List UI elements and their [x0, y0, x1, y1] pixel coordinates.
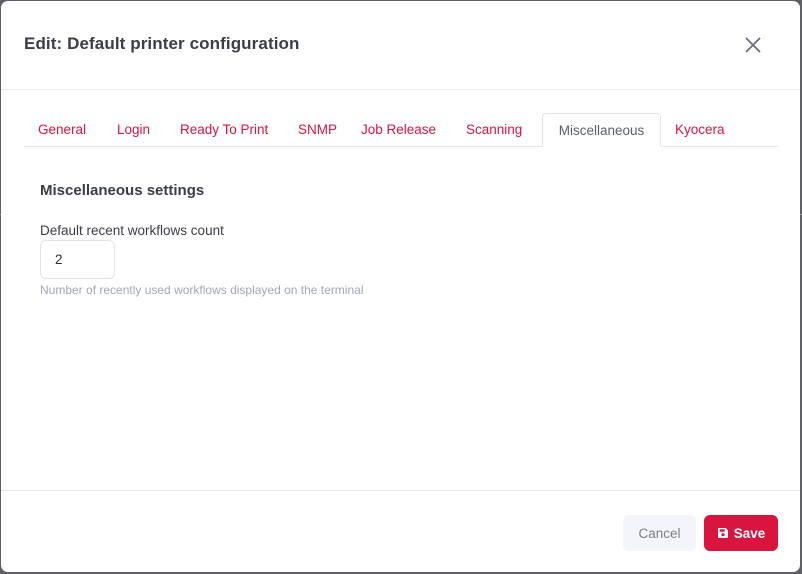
tab-snmp[interactable]: SNMP [298, 113, 337, 146]
tab-general[interactable]: General [38, 113, 86, 146]
section-title: Miscellaneous settings [40, 182, 205, 199]
tab-ready-to-print[interactable]: Ready To Print [180, 113, 268, 146]
tab-scanning[interactable]: Scanning [466, 113, 522, 146]
recent-workflows-count-help: Number of recently used workflows displa… [40, 283, 364, 297]
tab-login[interactable]: Login [117, 113, 150, 146]
close-button[interactable] [739, 31, 767, 59]
save-button[interactable]: Save [704, 515, 778, 551]
cancel-button[interactable]: Cancel [623, 515, 696, 551]
recent-workflows-count-label: Default recent workflows count [40, 223, 224, 238]
tab-kyocera[interactable]: Kyocera [675, 113, 725, 146]
floppy-disk-icon [717, 528, 728, 538]
save-button-label: Save [733, 525, 766, 541]
dialog-title: Edit: Default printer configuration [24, 34, 300, 53]
dialog-footer: Cancel Save [1, 490, 800, 572]
recent-workflows-count-input[interactable] [40, 240, 115, 279]
dialog-header: Edit: Default printer configuration [1, 1, 800, 90]
tab-miscellaneous[interactable]: Miscellaneous [542, 113, 661, 147]
edit-printer-config-dialog: Edit: Default printer configuration Gene… [1, 1, 800, 572]
tab-job-release[interactable]: Job Release [361, 113, 436, 146]
close-icon [745, 37, 761, 53]
settings-tabs: General Login Ready To Print SNMP Job Re… [24, 113, 778, 147]
